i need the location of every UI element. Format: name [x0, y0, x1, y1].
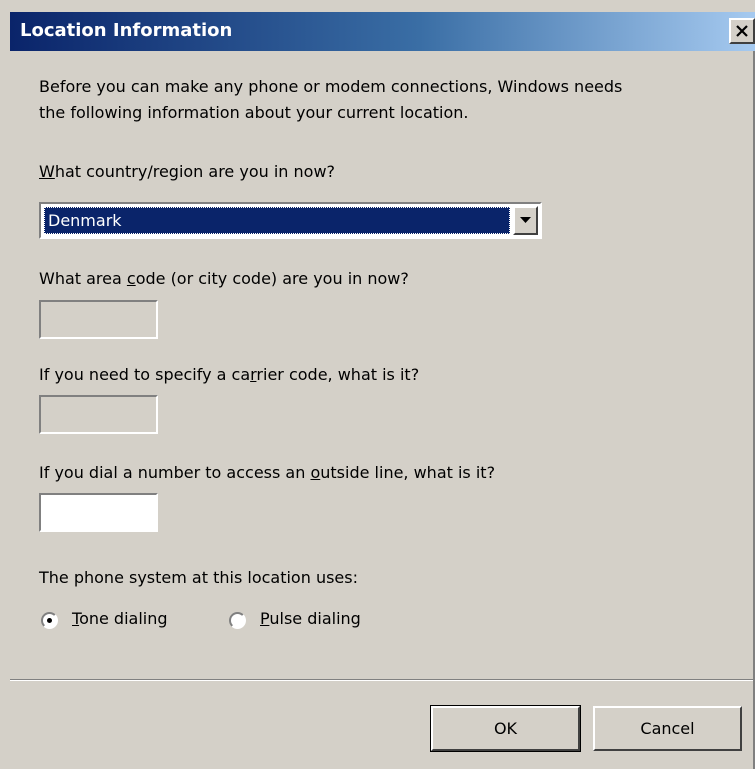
close-button[interactable]: [729, 18, 755, 44]
separator: [10, 679, 753, 681]
country-label: What country/region are you in now?: [39, 162, 335, 181]
area-code-label: What area code (or city code) are you in…: [39, 269, 409, 288]
outside-line-label-accel: o: [310, 463, 321, 482]
intro-line-2: the following information about your cur…: [39, 103, 469, 122]
country-label-accel: W: [39, 162, 55, 181]
carrier-code-label-pre: If you need to specify a ca: [39, 365, 251, 384]
tone-dialing-accel: T: [72, 609, 80, 628]
cancel-button[interactable]: Cancel: [593, 706, 742, 751]
close-icon: [736, 25, 748, 37]
title-bar[interactable]: Location Information: [10, 12, 755, 51]
dropdown-button[interactable]: [513, 206, 538, 235]
chevron-down-icon: [520, 217, 531, 223]
ok-button[interactable]: OK: [430, 705, 581, 752]
window-title: Location Information: [20, 20, 233, 41]
carrier-code-label: If you need to specify a carrier code, w…: [39, 365, 419, 384]
pulse-dialing-accel: P: [260, 609, 270, 628]
tone-dialing-radio[interactable]: [41, 612, 58, 629]
radio-selected-dot: [47, 618, 52, 623]
pulse-dialing-text: ulse dialing: [269, 609, 361, 628]
tone-dialing-text: one dialing: [79, 609, 168, 628]
carrier-code-field: [39, 395, 158, 434]
outside-line-field[interactable]: [39, 493, 158, 532]
area-code-label-accel: c: [126, 269, 136, 288]
area-code-field: [39, 300, 158, 339]
outside-line-label: If you dial a number to access an outsid…: [39, 463, 495, 482]
area-code-label-post: ode (or city code) are you in now?: [135, 269, 409, 288]
country-label-text: hat country/region are you in now?: [54, 162, 336, 181]
intro-text: Before you can make any phone or modem c…: [39, 74, 622, 126]
pulse-dialing-radio[interactable]: [229, 612, 246, 629]
tone-dialing-label[interactable]: Tone dialing: [72, 609, 168, 628]
pulse-dialing-label[interactable]: Pulse dialing: [260, 609, 361, 628]
country-selected-value: Denmark: [44, 207, 510, 234]
outside-line-label-pre: If you dial a number to access an: [39, 463, 311, 482]
phone-system-label: The phone system at this location uses:: [39, 568, 358, 587]
country-dropdown[interactable]: Denmark: [39, 202, 542, 239]
area-code-label-pre: What area: [39, 269, 127, 288]
carrier-code-label-post: rier code, what is it?: [256, 365, 420, 384]
intro-line-1: Before you can make any phone or modem c…: [39, 77, 623, 96]
outside-line-label-post: utside line, what is it?: [320, 463, 496, 482]
